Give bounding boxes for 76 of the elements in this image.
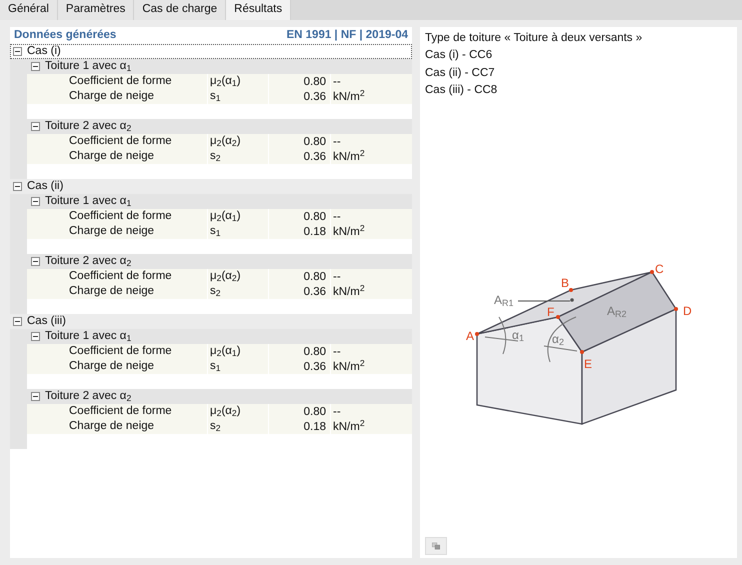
row-label: Coefficient de forme: [68, 344, 173, 359]
unit-cell: --: [333, 271, 341, 283]
tab[interactable]: Cas de charge: [134, 0, 226, 20]
collapse-icon[interactable]: [13, 317, 22, 326]
collapse-icon[interactable]: [31, 332, 40, 341]
row-label: Coefficient de forme: [68, 404, 173, 419]
tab[interactable]: Général: [0, 0, 58, 20]
symbol-cell-text: s$_{2}$: [210, 148, 221, 166]
tab[interactable]: Paramètres: [58, 0, 134, 20]
row-label: Charge de neige: [68, 88, 156, 104]
unit-cell: --: [333, 211, 341, 223]
collapse-icon[interactable]: [31, 62, 40, 71]
row-label: Charge de neige: [68, 358, 156, 374]
row-label: Coefficient de forme: [68, 134, 173, 149]
angle-label: α$_{2}$: [552, 333, 564, 345]
tree-item[interactable]: Toiture 1 avec α$_{1}$: [27, 329, 412, 344]
point-label: E: [584, 358, 592, 370]
row-label: Charge de neige: [68, 418, 156, 434]
point-label: C: [655, 263, 664, 275]
standard-label: EN 1991 | NF | 2019-04: [286, 28, 408, 43]
point-label: D: [683, 305, 692, 317]
unit-cell: kN/m$^{2}$: [333, 421, 365, 433]
row-label: Charge de neige: [68, 224, 156, 239]
collapse-icon[interactable]: [31, 122, 40, 131]
symbol-cell-text: μ$_{2}$(α$_{2}$): [210, 404, 241, 420]
symbol-cell-text: s$_{1}$: [210, 88, 221, 106]
collapse-icon[interactable]: [13, 182, 22, 191]
unit-cell: --: [333, 406, 341, 418]
area-label: A$_{R2}$: [607, 305, 627, 317]
point-label: A: [466, 330, 474, 342]
unit-cell: kN/m$^{2}$: [333, 91, 365, 103]
copy-icon: [432, 540, 440, 552]
point-label: B: [561, 277, 570, 289]
info-line: Cas (ii) - CC7: [425, 66, 496, 80]
row-label: Coefficient de forme: [68, 74, 173, 89]
unit-cell: kN/m$^{2}$: [333, 361, 365, 373]
row-label: Coefficient de forme: [68, 268, 173, 284]
symbol-cell-text: μ$_{2}$(α$_{2}$): [210, 268, 241, 286]
tree-item[interactable]: Toiture 1 avec α$_{1}$: [27, 194, 412, 209]
info-line: Type de toiture « Toiture à deux versants »: [425, 31, 644, 46]
tree-item[interactable]: Cas (ii): [10, 179, 412, 194]
collapse-icon[interactable]: [31, 257, 40, 266]
symbol-cell-text: s$_{2}$: [210, 418, 221, 436]
point-label: F: [547, 306, 554, 318]
tree-item[interactable]: Cas (iii): [10, 314, 412, 329]
unit-cell: kN/m$^{2}$: [333, 151, 365, 163]
tree-item[interactable]: Toiture 2 avec α$_{2}$: [27, 254, 412, 269]
unit-cell: kN/m$^{2}$: [333, 226, 365, 238]
unit-cell: kN/m$^{2}$: [333, 286, 365, 298]
collapse-icon[interactable]: [13, 47, 22, 56]
symbol-cell-text: s$_{1}$: [210, 358, 221, 376]
info-line: Cas (iii) - CC8: [425, 82, 498, 98]
symbol-cell-text: μ$_{2}$(α$_{1}$): [210, 344, 241, 360]
angle-label: α$_{1}$: [512, 329, 524, 341]
row-label: Coefficient de forme: [68, 208, 173, 224]
symbol-cell-text: μ$_{2}$(α$_{1}$): [210, 74, 241, 90]
panel-title: Données générées: [14, 28, 116, 43]
unit-cell: --: [333, 346, 341, 358]
tree-item[interactable]: Toiture 2 avec α$_{2}$: [27, 389, 412, 404]
unit-cell: --: [333, 136, 341, 148]
tree-item[interactable]: Toiture 2 avec α$_{2}$: [27, 119, 412, 134]
symbol-cell-text: μ$_{2}$(α$_{2}$): [210, 134, 241, 150]
area-label: A$_{R1}$: [494, 294, 514, 306]
unit-cell: --: [333, 76, 341, 88]
collapse-icon[interactable]: [31, 392, 40, 401]
info-line: Cas (i) - CC6: [425, 48, 494, 64]
row-label: Charge de neige: [68, 284, 156, 299]
symbol-cell-text: s$_{2}$: [210, 284, 221, 300]
symbol-cell-text: s$_{1}$: [210, 224, 221, 240]
tree-item[interactable]: Cas (i): [10, 44, 412, 59]
tree-item[interactable]: Toiture 1 avec α$_{1}$: [27, 59, 412, 74]
toolbar-button[interactable]: [425, 537, 447, 555]
tab[interactable]: Résultats: [226, 0, 292, 20]
collapse-icon[interactable]: [31, 197, 40, 206]
symbol-cell-text: μ$_{2}$(α$_{1}$): [210, 208, 241, 226]
row-label: Charge de neige: [68, 148, 156, 164]
